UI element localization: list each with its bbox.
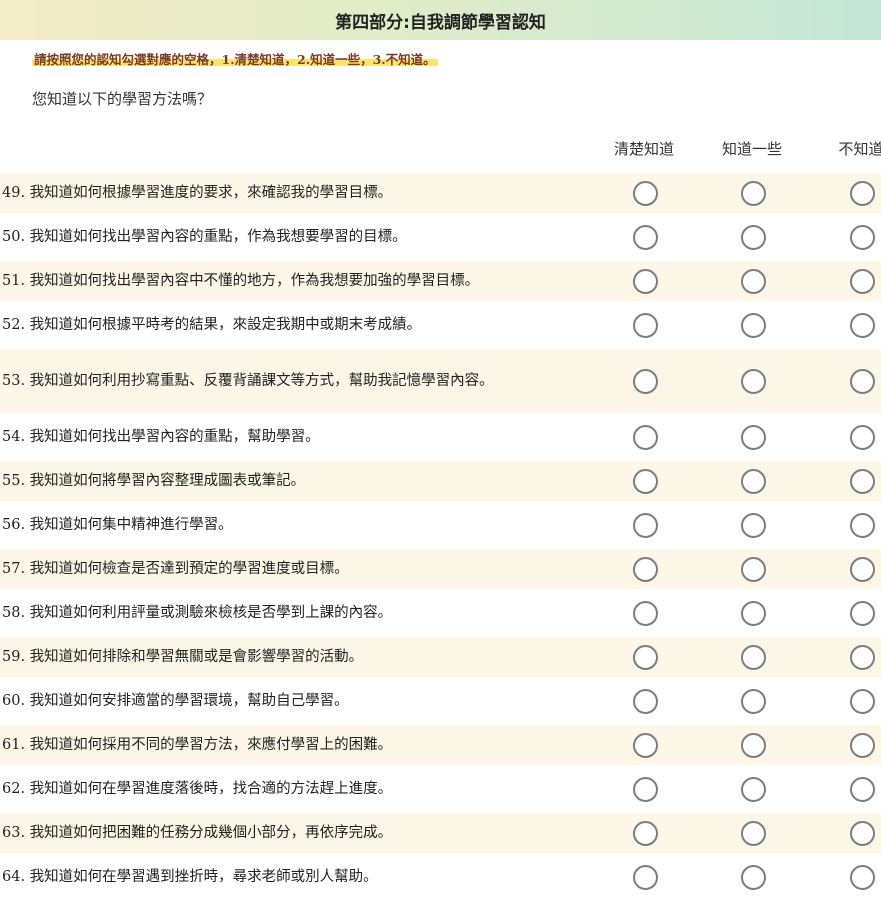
section-header: 第四部分:自我調節學習認知: [0, 0, 881, 40]
question-row: 55. 我知道如何將學習內容整理成圖表或筆記。: [0, 461, 881, 501]
question-row: 61. 我知道如何採用不同的學習方法，來應付學習上的困難。: [0, 725, 881, 765]
question-text: 52. 我知道如何根據平時考的結果，來設定我期中或期末考成績。: [2, 317, 422, 333]
question-text: 61. 我知道如何採用不同的學習方法，來應付學習上的困難。: [2, 737, 393, 753]
radio-clear[interactable]: [633, 557, 658, 582]
question-row: 49. 我知道如何根據學習進度的要求，來確認我的學習目標。: [0, 173, 881, 213]
question-prompt: 您知道以下的學習方法嗎？: [32, 90, 213, 108]
radio-some[interactable]: [741, 369, 766, 394]
radio-clear[interactable]: [633, 733, 658, 758]
question-row: 60. 我知道如何安排適當的學習環境，幫助自己學習。: [0, 681, 881, 721]
radio-none[interactable]: [850, 777, 875, 802]
radio-clear[interactable]: [633, 645, 658, 670]
radio-some[interactable]: [741, 313, 766, 338]
radio-some[interactable]: [741, 645, 766, 670]
radio-clear[interactable]: [633, 269, 658, 294]
radio-none[interactable]: [850, 425, 875, 450]
question-text: 64. 我知道如何在學習遇到挫折時，尋求老師或別人幫助。: [2, 869, 378, 885]
column-header-some: 知道一些: [721, 140, 782, 158]
question-text: 59. 我知道如何排除和學習無關或是會影響學習的活動。: [2, 649, 364, 665]
radio-clear[interactable]: [633, 601, 658, 626]
question-row: 51. 我知道如何找出學習內容中不懂的地方，作為我想要加強的學習目標。: [0, 261, 881, 301]
question-row: 57. 我知道如何檢查是否達到預定的學習進度或目標。: [0, 549, 881, 589]
radio-some[interactable]: [741, 425, 766, 450]
radio-some[interactable]: [741, 225, 766, 250]
question-text: 57. 我知道如何檢查是否達到預定的學習進度或目標。: [2, 561, 349, 577]
radio-clear[interactable]: [633, 181, 658, 206]
radio-some[interactable]: [741, 269, 766, 294]
radio-none[interactable]: [850, 689, 875, 714]
radio-none[interactable]: [850, 513, 875, 538]
question-text: 51. 我知道如何找出學習內容中不懂的地方，作為我想要加強的學習目標。: [2, 273, 480, 289]
column-header-none: 不知道: [838, 140, 881, 158]
question-row: 54. 我知道如何找出學習內容的重點，幫助學習。: [0, 417, 881, 457]
question-text: 58. 我知道如何利用評量或測驗來檢核是否學到上課的內容。: [2, 605, 393, 621]
question-text: 56. 我知道如何集中精神進行學習。: [2, 517, 233, 533]
radio-none[interactable]: [850, 269, 875, 294]
question-row: 50. 我知道如何找出學習內容的重點，作為我想要學習的目標。: [0, 217, 881, 257]
radio-clear[interactable]: [633, 369, 658, 394]
radio-some[interactable]: [741, 865, 766, 890]
question-row: 59. 我知道如何排除和學習無關或是會影響學習的活動。: [0, 637, 881, 677]
question-list: 49. 我知道如何根據學習進度的要求，來確認我的學習目標。 50. 我知道如何找出…: [0, 173, 881, 900]
radio-none[interactable]: [850, 313, 875, 338]
instruction-text: 請按照您的認知勾選對應的空格，1.清楚知道，2.知道一些，3.不知道。: [32, 49, 438, 68]
question-row: 58. 我知道如何利用評量或測驗來檢核是否學到上課的內容。: [0, 593, 881, 633]
section-title: 第四部分:自我調節學習認知: [335, 12, 546, 33]
radio-some[interactable]: [741, 821, 766, 846]
question-text: 53. 我知道如何利用抄寫重點、反覆背誦課文等方式，幫助我記憶學習內容。: [2, 373, 494, 389]
radio-some[interactable]: [741, 777, 766, 802]
radio-some[interactable]: [741, 181, 766, 206]
radio-some[interactable]: [741, 513, 766, 538]
radio-clear[interactable]: [633, 865, 658, 890]
question-text: 50. 我知道如何找出學習內容的重點，作為我想要學習的目標。: [2, 229, 407, 245]
radio-some[interactable]: [741, 469, 766, 494]
radio-clear[interactable]: [633, 225, 658, 250]
radio-none[interactable]: [850, 821, 875, 846]
radio-some[interactable]: [741, 689, 766, 714]
question-text: 49. 我知道如何根據學習進度的要求，來確認我的學習目標。: [2, 185, 393, 201]
question-row: 64. 我知道如何在學習遇到挫折時，尋求老師或別人幫助。: [0, 857, 881, 897]
radio-none[interactable]: [850, 645, 875, 670]
radio-none[interactable]: [850, 469, 875, 494]
radio-some[interactable]: [741, 733, 766, 758]
survey-page: 第四部分:自我調節學習認知 請按照您的認知勾選對應的空格，1.清楚知道，2.知道…: [0, 0, 881, 900]
question-text: 63. 我知道如何把困難的任務分成幾個小部分，再依序完成。: [2, 825, 393, 841]
radio-clear[interactable]: [633, 689, 658, 714]
radio-none[interactable]: [850, 733, 875, 758]
radio-clear[interactable]: [633, 821, 658, 846]
question-text: 62. 我知道如何在學習進度落後時，找合適的方法趕上進度。: [2, 781, 393, 797]
question-row: 53. 我知道如何利用抄寫重點、反覆背誦課文等方式，幫助我記憶學習內容。: [0, 349, 881, 413]
radio-clear[interactable]: [633, 469, 658, 494]
question-row: 52. 我知道如何根據平時考的結果，來設定我期中或期末考成績。: [0, 305, 881, 345]
radio-none[interactable]: [850, 369, 875, 394]
question-text: 54. 我知道如何找出學習內容的重點，幫助學習。: [2, 429, 320, 445]
question-row: 63. 我知道如何把困難的任務分成幾個小部分，再依序完成。: [0, 813, 881, 853]
radio-none[interactable]: [850, 557, 875, 582]
question-row: 56. 我知道如何集中精神進行學習。: [0, 505, 881, 545]
radio-none[interactable]: [850, 601, 875, 626]
radio-some[interactable]: [741, 557, 766, 582]
radio-none[interactable]: [850, 225, 875, 250]
question-text: 60. 我知道如何安排適當的學習環境，幫助自己學習。: [2, 693, 349, 709]
radio-none[interactable]: [850, 865, 875, 890]
column-header-clear: 清楚知道: [613, 140, 674, 158]
radio-clear[interactable]: [633, 425, 658, 450]
radio-clear[interactable]: [633, 513, 658, 538]
radio-clear[interactable]: [633, 313, 658, 338]
radio-some[interactable]: [741, 601, 766, 626]
column-headers: 清楚知道 知道一些 不知道: [0, 138, 881, 164]
radio-none[interactable]: [850, 181, 875, 206]
question-text: 55. 我知道如何將學習內容整理成圖表或筆記。: [2, 473, 306, 489]
question-row: 62. 我知道如何在學習進度落後時，找合適的方法趕上進度。: [0, 769, 881, 809]
radio-clear[interactable]: [633, 777, 658, 802]
